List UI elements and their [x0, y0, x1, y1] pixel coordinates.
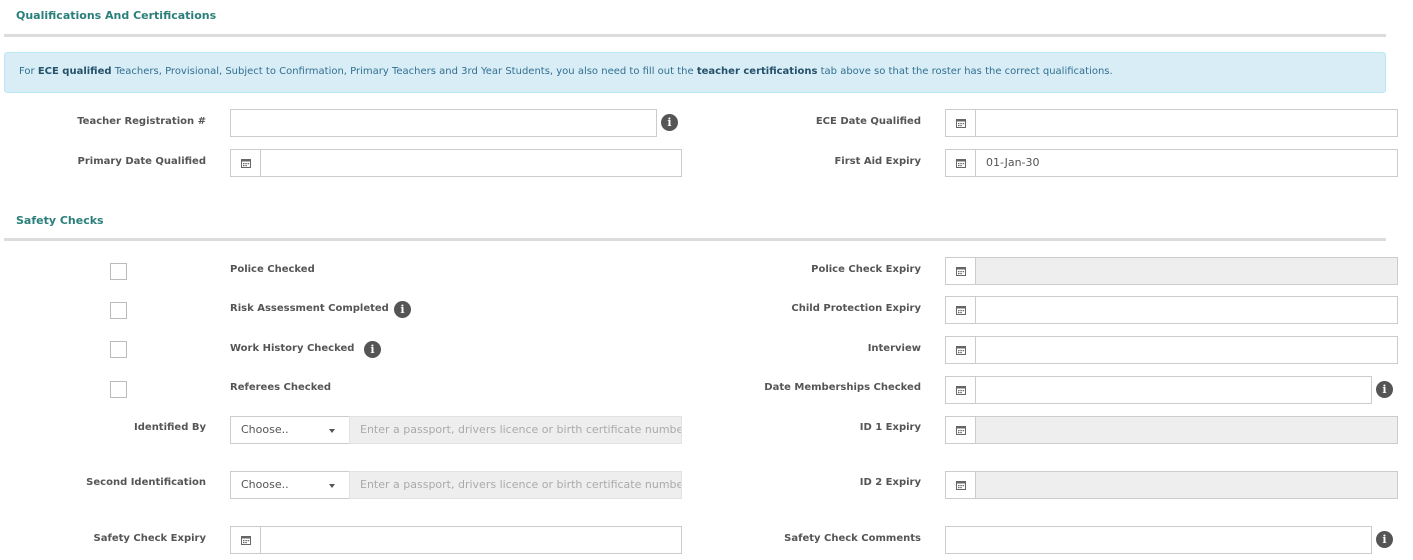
calendar-icon[interactable] — [945, 416, 976, 444]
notice-bold-ece: ECE qualified — [37, 66, 112, 77]
calendar-icon[interactable] — [945, 109, 976, 137]
date-memberships-checked-label: Date Memberships Checked — [764, 382, 921, 393]
section-divider — [4, 34, 1386, 37]
second-identification-selected: Choose.. — [241, 478, 289, 491]
caret-down-icon — [329, 484, 335, 488]
work-history-checkbox[interactable] — [110, 341, 127, 358]
section-divider — [4, 238, 1386, 241]
info-icon[interactable]: i — [1376, 531, 1393, 548]
id2-expiry-label: ID 2 Expiry — [859, 477, 921, 488]
calendar-icon[interactable] — [945, 296, 976, 324]
risk-assessment-label: Risk Assessment Completed — [230, 303, 389, 314]
calendar-icon[interactable] — [230, 149, 261, 177]
safety-check-comments-label: Safety Check Comments — [784, 533, 921, 544]
id1-expiry-label: ID 1 Expiry — [859, 422, 921, 433]
calendar-icon[interactable] — [945, 149, 976, 177]
calendar-icon[interactable] — [945, 376, 976, 404]
police-checked-checkbox[interactable] — [110, 263, 127, 280]
second-identification-label: Second Identification — [86, 477, 206, 488]
info-icon[interactable]: i — [394, 301, 411, 318]
calendar-icon[interactable] — [230, 526, 261, 554]
notice-middle: Teachers, Provisional, Subject to Confir… — [111, 66, 697, 77]
ece-date-qualified-input[interactable] — [975, 109, 1398, 137]
qualifications-section-title: Qualifications And Certifications — [16, 9, 217, 22]
safety-checks-section-title: Safety Checks — [16, 214, 104, 227]
primary-date-qualified-label: Primary Date Qualified — [77, 156, 206, 167]
safety-check-expiry-label: Safety Check Expiry — [93, 533, 206, 544]
calendar-icon[interactable] — [945, 257, 976, 285]
notice-prefix: For — [19, 66, 38, 77]
notice-bold-teacher-certifications: teacher certifications — [696, 66, 818, 77]
info-icon[interactable]: i — [661, 114, 678, 131]
info-icon[interactable]: i — [1376, 381, 1393, 398]
referees-label: Referees Checked — [230, 382, 332, 393]
calendar-icon[interactable] — [945, 471, 976, 499]
first-aid-expiry-input[interactable]: 01-Jan-30 — [975, 149, 1398, 177]
safety-check-comments-input[interactable] — [945, 526, 1372, 554]
info-icon[interactable]: i — [364, 341, 381, 358]
caret-down-icon — [329, 429, 335, 433]
id2-number-input[interactable]: Enter a passport, drivers licence or bir… — [349, 471, 682, 499]
first-aid-expiry-label: First Aid Expiry — [834, 156, 921, 167]
child-protection-expiry-label: Child Protection Expiry — [791, 303, 921, 314]
safety-check-expiry-input[interactable] — [260, 526, 682, 554]
child-protection-expiry-input[interactable] — [975, 296, 1398, 324]
ece-date-qualified-label: ECE Date Qualified — [815, 116, 921, 127]
police-checked-label: Police Checked — [230, 264, 315, 275]
referees-checkbox[interactable] — [110, 381, 127, 398]
police-check-expiry-label: Police Check Expiry — [811, 264, 921, 275]
interview-input[interactable] — [975, 336, 1398, 364]
interview-label: Interview — [867, 343, 921, 354]
id2-expiry-input — [975, 471, 1398, 499]
police-check-expiry-input — [975, 257, 1398, 285]
risk-assessment-checkbox[interactable] — [110, 302, 127, 319]
calendar-icon[interactable] — [945, 336, 976, 364]
identified-by-label: Identified By — [134, 422, 206, 433]
primary-date-qualified-input[interactable] — [260, 149, 682, 177]
id1-expiry-input — [975, 416, 1398, 444]
identified-by-selected: Choose.. — [241, 423, 289, 436]
notice-suffix: tab above so that the roster has the cor… — [817, 66, 1113, 77]
identified-by-select[interactable]: Choose.. — [230, 416, 350, 444]
teacher-registration-label: Teacher Registration # — [77, 116, 206, 127]
id1-number-input[interactable]: Enter a passport, drivers licence or bir… — [349, 416, 682, 444]
date-memberships-checked-input[interactable] — [975, 376, 1372, 404]
teacher-registration-input[interactable] — [230, 109, 657, 137]
second-identification-select[interactable]: Choose.. — [230, 471, 350, 499]
work-history-label: Work History Checked — [230, 343, 355, 354]
notice-box: For ECE qualified Teachers, Provisional,… — [4, 52, 1386, 93]
